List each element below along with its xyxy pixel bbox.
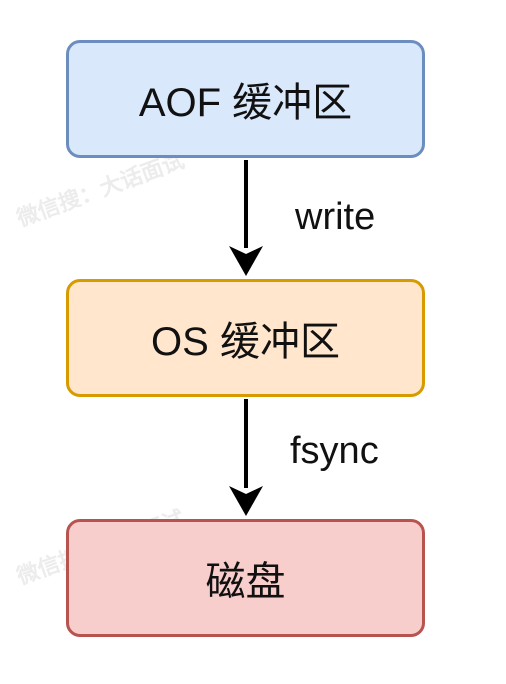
arrow-fsync [229, 399, 263, 516]
disk-box: 磁盘 [66, 519, 425, 637]
aof-buffer-label: AOF 缓冲区 [138, 81, 353, 125]
write-edge-label: write [295, 196, 376, 238]
aof-buffer-box: AOF 缓冲区 [66, 40, 425, 158]
disk-label: 磁盘 [205, 560, 286, 604]
os-buffer-label: OS 缓冲区 [151, 320, 340, 364]
fsync-edge-label: fsync [290, 430, 379, 472]
os-buffer-box: OS 缓冲区 [66, 279, 425, 397]
arrow-write [229, 160, 263, 276]
